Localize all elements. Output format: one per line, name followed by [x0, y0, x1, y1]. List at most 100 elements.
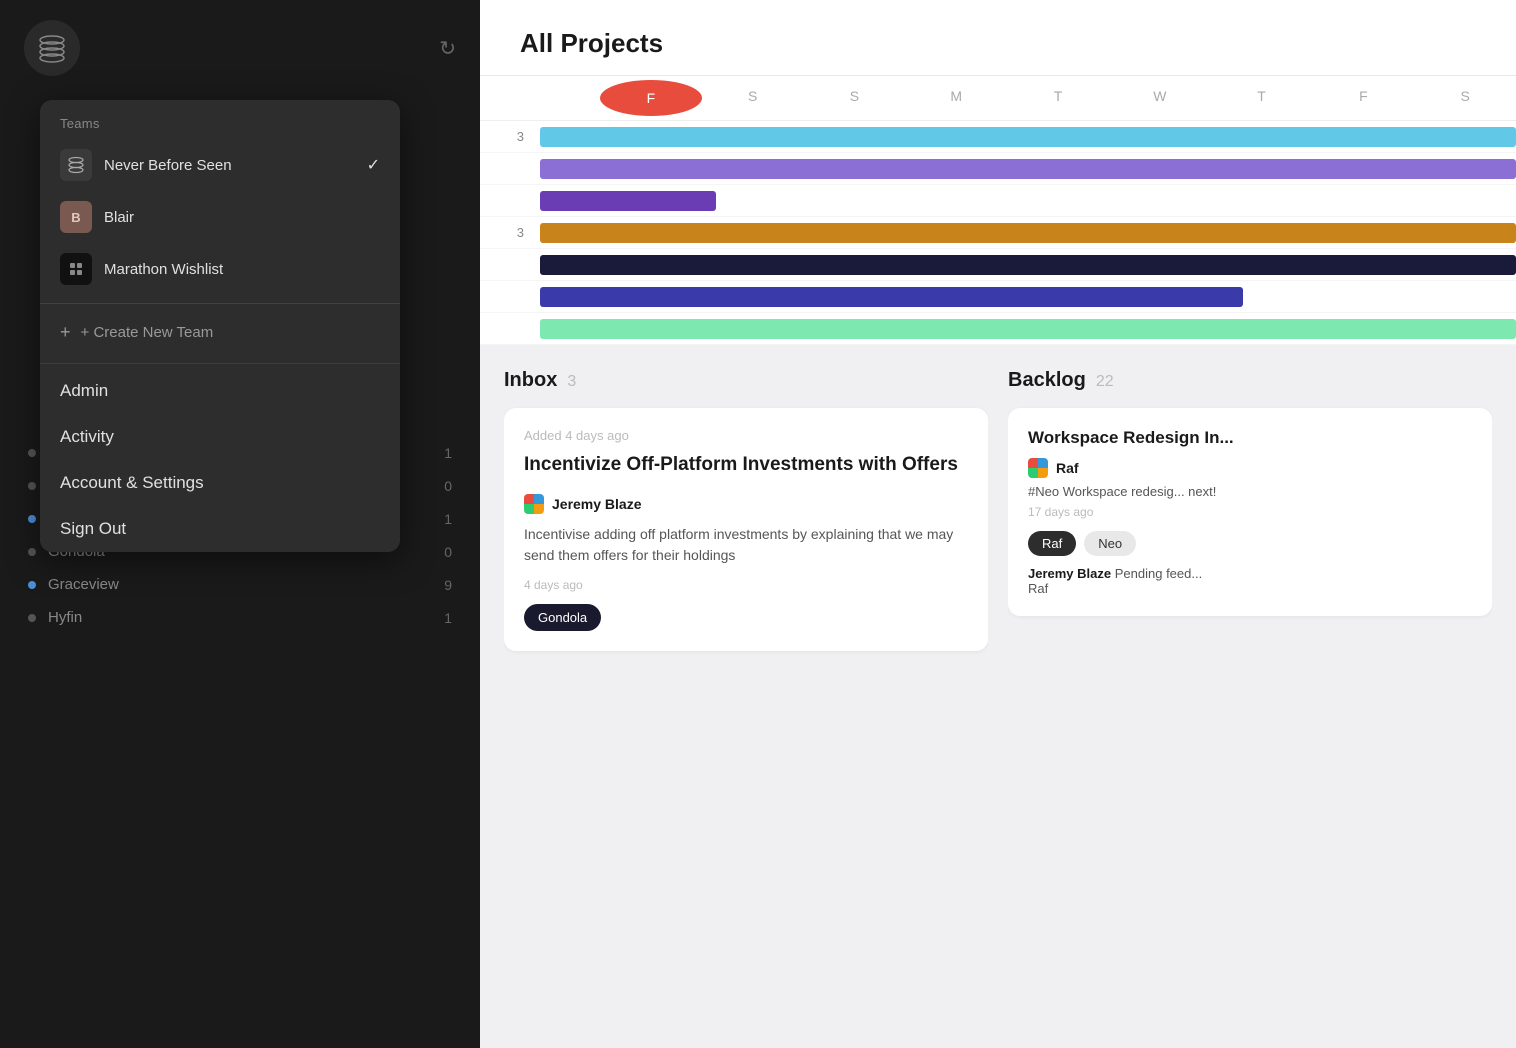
backlog-tag-neo[interactable]: Neo: [1084, 531, 1136, 556]
gantt-row-2: [480, 185, 1516, 217]
divider-1: [40, 303, 400, 304]
gantt-row-5: [480, 281, 1516, 313]
page-title: All Projects: [520, 28, 1476, 59]
project-name-graceview: Graceview: [48, 576, 432, 593]
project-bullet-gondola: [28, 548, 36, 556]
inbox-title: Inbox: [504, 369, 557, 392]
gantt-bar-4: [540, 255, 1516, 275]
menu-item-account-settings[interactable]: Account & Settings: [40, 460, 400, 506]
project-count-blackroc: 1: [444, 445, 452, 461]
team-avatar-marathon-wishlist: [60, 253, 92, 285]
project-count-graceview: 9: [444, 577, 452, 593]
main-content: All Projects F S S M T W T F S 3: [480, 0, 1516, 1048]
backlog-card-timestamp: 17 days ago: [1028, 505, 1472, 519]
team-item-blair[interactable]: B Blair: [40, 191, 400, 243]
project-bullet-blackroc: [28, 449, 36, 457]
backlog-mention-text: Pending feed...: [1115, 566, 1202, 581]
logo-icon: [36, 32, 68, 64]
cal-day-4: T: [1007, 76, 1109, 120]
backlog-card-user: Raf: [1028, 458, 1472, 478]
gantt-bar-container-5: [540, 281, 1516, 312]
gantt-bar-5: [540, 287, 1243, 307]
project-item-graceview[interactable]: Graceview 9: [24, 568, 456, 601]
selected-checkmark: ✓: [367, 155, 380, 175]
backlog-user-avatar: [1028, 458, 1048, 478]
cal-day-0: F: [600, 80, 702, 116]
gantt-bar-container-3: [540, 217, 1516, 248]
project-bullet-hyfin: [28, 614, 36, 622]
cal-day-8: S: [1414, 76, 1516, 120]
backlog-tags-row: Raf Neo: [1028, 531, 1472, 556]
backlog-mention-sub: Raf: [1028, 581, 1048, 596]
sidebar: ↻ Teams Never Before Seen ✓ B Blair: [0, 0, 480, 1048]
inbox-card-timestamp: 4 days ago: [524, 578, 968, 592]
team-item-never-before-seen[interactable]: Never Before Seen ✓: [40, 139, 400, 191]
cal-day-6: T: [1211, 76, 1313, 120]
inbox-user-avatar: [524, 494, 544, 514]
team-avatar-never-before-seen: [60, 149, 92, 181]
menu-item-sign-out[interactable]: Sign Out: [40, 506, 400, 552]
inbox-card[interactable]: Added 4 days ago Incentivize Off-Platfor…: [504, 408, 988, 651]
logo-button[interactable]: [24, 20, 80, 76]
backlog-count: 22: [1096, 373, 1114, 391]
team-name-blair: Blair: [104, 209, 380, 226]
gantt-bar-2: [540, 191, 716, 211]
cal-day-5: W: [1109, 76, 1211, 120]
gantt-bar-3: [540, 223, 1516, 243]
cal-day-3: M: [905, 76, 1007, 120]
gantt-row-4: [480, 249, 1516, 281]
create-new-team-button[interactable]: + + Create New Team: [40, 312, 400, 359]
gantt-row-3: 3: [480, 217, 1516, 249]
backlog-card[interactable]: Workspace Redesign In... Raf #Neo Worksp…: [1008, 408, 1492, 616]
calendar-header: F S S M T W T F S: [480, 76, 1516, 121]
create-new-team-label: + Create New Team: [81, 324, 214, 341]
inbox-user-name: Jeremy Blaze: [552, 496, 642, 512]
project-count-chronom: 0: [444, 478, 452, 494]
project-bullet-graceview: [28, 581, 36, 589]
gantt-bar-0: [540, 127, 1516, 147]
project-item-hyfin[interactable]: Hyfin 1: [24, 601, 456, 634]
inbox-card-tag[interactable]: Gondola: [524, 604, 601, 631]
cal-day-1: S: [702, 76, 804, 120]
gantt-bar-container-0: [540, 121, 1516, 152]
inbox-card-meta: Added 4 days ago: [524, 428, 968, 443]
team-name-never-before-seen: Never Before Seen: [104, 157, 355, 174]
project-name-hyfin: Hyfin: [48, 609, 432, 626]
project-bullet-cuebox: [28, 515, 36, 523]
backlog-mention-name: Jeremy Blaze: [1028, 566, 1111, 581]
gantt-row-6: [480, 313, 1516, 345]
cal-day-2: S: [804, 76, 906, 120]
menu-item-activity[interactable]: Activity: [40, 414, 400, 460]
gantt-rows: 3 3: [480, 121, 1516, 345]
menu-separator: [40, 363, 400, 364]
gantt-bar-container-4: [540, 249, 1516, 280]
sidebar-top: ↻: [0, 0, 480, 96]
gantt-bar-container-2: [540, 185, 1516, 216]
backlog-header: Backlog 22: [1008, 369, 1492, 392]
project-count-gondola: 0: [444, 544, 452, 560]
backlog-card-title: Workspace Redesign In...: [1028, 428, 1472, 448]
inbox-card-title: Incentivize Off-Platform Investments wit…: [524, 453, 968, 478]
menu-item-admin[interactable]: Admin: [40, 368, 400, 414]
inbox-panel: Inbox 3 Added 4 days ago Incentivize Off…: [504, 369, 988, 1048]
inbox-card-user: Jeremy Blaze: [524, 494, 968, 514]
project-bullet-chronom: [28, 482, 36, 490]
project-count-hyfin: 1: [444, 610, 452, 626]
backlog-tag-raf[interactable]: Raf: [1028, 531, 1076, 556]
team-avatar-blair: B: [60, 201, 92, 233]
team-item-marathon-wishlist[interactable]: Marathon Wishlist: [40, 243, 400, 295]
teams-dropdown: Teams Never Before Seen ✓ B Blair: [40, 100, 400, 552]
refresh-icon[interactable]: ↻: [439, 36, 456, 61]
gantt-bar-6: [540, 319, 1516, 339]
gantt-bar-container-1: [540, 153, 1516, 184]
backlog-title: Backlog: [1008, 369, 1086, 392]
gantt-row-1: [480, 153, 1516, 185]
gantt-bar-container-6: [540, 313, 1516, 344]
project-count-cuebox: 1: [444, 511, 452, 527]
inbox-header: Inbox 3: [504, 369, 988, 392]
inbox-card-body: Incentivise adding off platform investme…: [524, 524, 968, 566]
bottom-section: Inbox 3 Added 4 days ago Incentivize Off…: [480, 345, 1516, 1048]
main-header: All Projects: [480, 0, 1516, 76]
gantt-label-0: 3: [480, 129, 540, 144]
backlog-card-body: #Neo Workspace redesig... next!: [1028, 484, 1472, 499]
